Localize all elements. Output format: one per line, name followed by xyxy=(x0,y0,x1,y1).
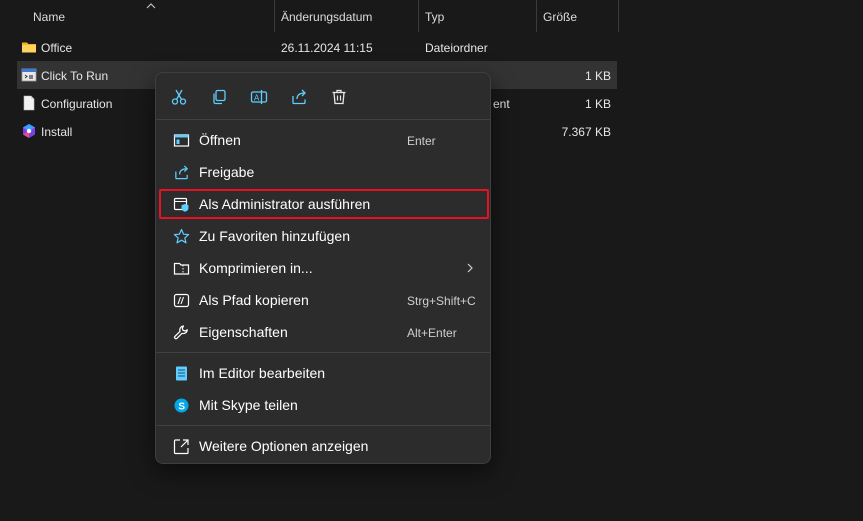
context-quick-actions: A xyxy=(156,73,490,119)
menu-item-compress[interactable]: Komprimieren in... xyxy=(159,253,489,283)
wrench-icon xyxy=(173,324,190,341)
cut-button[interactable] xyxy=(165,83,193,111)
file-name: Office xyxy=(41,41,73,55)
menu-item-open[interactable]: Öffnen Enter xyxy=(159,125,489,155)
column-type[interactable]: Typ xyxy=(419,0,537,32)
menu-separator xyxy=(156,425,490,426)
menu-item-label: Weitere Optionen anzeigen xyxy=(199,438,369,454)
column-size[interactable]: Größe xyxy=(537,0,619,32)
folder-icon xyxy=(22,42,36,53)
file-name: Click To Run xyxy=(41,69,109,83)
share-button[interactable] xyxy=(285,83,313,111)
batch-file-icon xyxy=(21,68,37,82)
svg-text:S: S xyxy=(178,401,185,412)
open-icon xyxy=(173,132,190,149)
svg-text:A: A xyxy=(254,94,260,103)
trash-icon xyxy=(332,89,346,105)
scissors-icon xyxy=(171,89,187,105)
menu-item-properties[interactable]: Eigenschaften Alt+Enter xyxy=(159,317,489,347)
menu-item-share[interactable]: Freigabe xyxy=(159,157,489,187)
copy-icon xyxy=(213,89,226,105)
delete-button[interactable] xyxy=(325,83,353,111)
file-size: 1 KB xyxy=(584,97,611,111)
admin-shield-icon xyxy=(173,196,190,213)
menu-item-label: Als Administrator ausführen xyxy=(199,196,371,212)
copy-button[interactable] xyxy=(205,83,233,111)
file-name: Configuration xyxy=(41,97,113,111)
rename-button[interactable]: A xyxy=(245,83,273,111)
file-type: Dateiordner xyxy=(425,41,488,55)
menu-item-label: Öffnen xyxy=(199,132,241,148)
star-icon xyxy=(173,228,190,245)
file-size: 1 KB xyxy=(584,69,611,83)
menu-separator xyxy=(156,119,490,120)
chevron-right-icon xyxy=(467,263,473,273)
share-icon xyxy=(292,89,306,105)
skype-icon: S xyxy=(173,397,190,414)
rename-icon: A xyxy=(250,90,268,104)
menu-item-edit-in-editor[interactable]: Im Editor bearbeiten xyxy=(159,358,489,388)
menu-item-copy-path[interactable]: Als Pfad kopieren Strg+Shift+C xyxy=(159,285,489,315)
file-size: 7.367 KB xyxy=(561,125,611,139)
menu-item-shortcut: Strg+Shift+C xyxy=(407,294,476,308)
file-date: 26.11.2024 11:15 xyxy=(281,41,373,55)
column-name[interactable]: Name xyxy=(27,0,275,32)
menu-item-label: Komprimieren in... xyxy=(199,260,313,276)
share-icon xyxy=(173,164,190,181)
menu-item-more-options[interactable]: Weitere Optionen anzeigen xyxy=(159,431,489,461)
menu-item-add-favorites[interactable]: Zu Favoriten hinzufügen xyxy=(159,221,489,251)
menu-item-run-as-admin[interactable]: Als Administrator ausführen xyxy=(159,189,489,219)
menu-item-label: Mit Skype teilen xyxy=(199,397,298,413)
menu-item-label: Freigabe xyxy=(199,164,255,180)
office-setup-icon xyxy=(23,124,35,138)
menu-item-shortcut: Alt+Enter xyxy=(407,326,457,340)
menu-item-label: Als Pfad kopieren xyxy=(199,292,309,308)
document-icon xyxy=(23,95,35,111)
file-explorer: Name Änderungsdatum Typ Größe Office 26.… xyxy=(0,0,863,521)
menu-item-label: Zu Favoriten hinzufügen xyxy=(199,228,350,244)
file-type: ent xyxy=(493,97,510,111)
copy-path-icon xyxy=(173,292,190,309)
menu-separator xyxy=(156,352,490,353)
menu-item-shortcut: Enter xyxy=(407,134,436,148)
context-menu: A Öffnen Enter Freigabe Als Administrato… xyxy=(155,72,491,464)
menu-item-label: Eigenschaften xyxy=(199,324,288,340)
column-date[interactable]: Änderungsdatum xyxy=(275,0,419,32)
menu-item-share-skype[interactable]: S Mit Skype teilen xyxy=(159,390,489,420)
more-options-icon xyxy=(173,438,190,455)
notepad-icon xyxy=(173,365,190,382)
file-row[interactable]: Office 26.11.2024 11:15 Dateiordner xyxy=(17,33,617,61)
column-header-row: Name Änderungsdatum Typ Größe xyxy=(0,0,620,32)
zip-folder-icon xyxy=(173,260,190,277)
menu-item-label: Im Editor bearbeiten xyxy=(199,365,326,381)
file-name: Install xyxy=(41,125,73,139)
